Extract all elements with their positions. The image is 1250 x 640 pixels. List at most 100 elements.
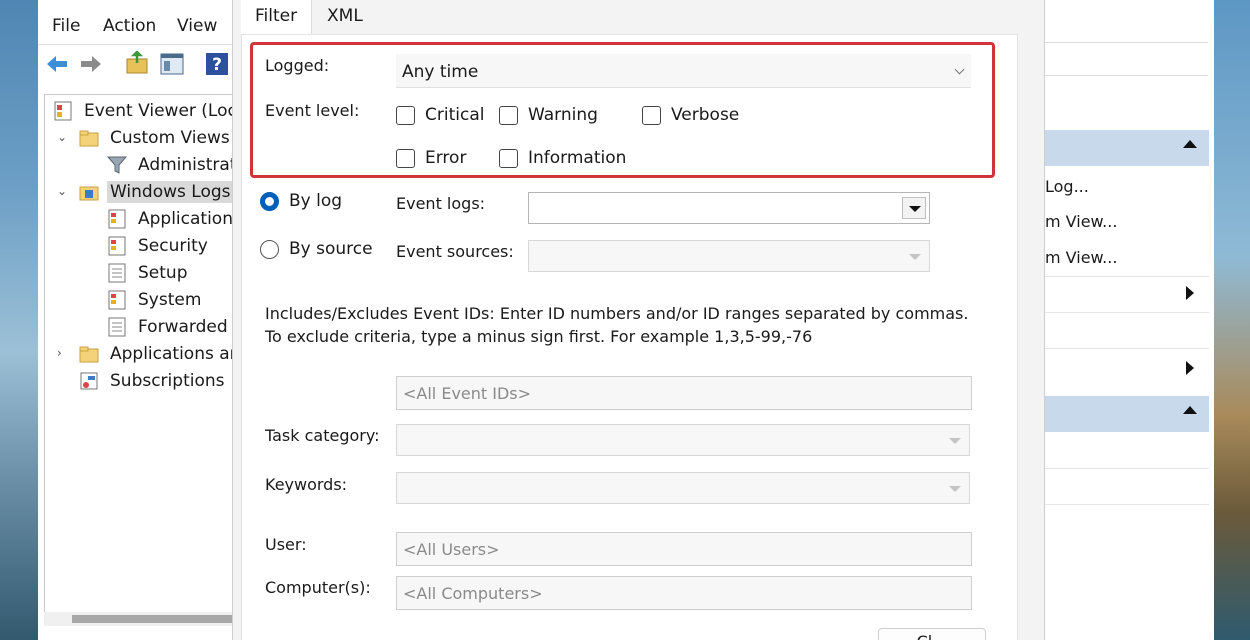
collapse-custom-views-icon[interactable]: ⌄ — [57, 130, 67, 144]
event-sources-label: Event sources: — [396, 242, 514, 261]
tree-item-application[interactable]: Application — [107, 207, 236, 231]
by-log-radio[interactable]: By log — [260, 191, 342, 211]
menu-bar: File Action View — [38, 10, 238, 40]
back-arrow-icon[interactable] — [44, 51, 70, 77]
actions-section-header[interactable] — [1045, 396, 1209, 432]
checkbox-box[interactable] — [499, 148, 518, 168]
tree-item-forwarded-events[interactable]: Forwarded E — [107, 315, 247, 339]
collapse-windows-logs-icon[interactable]: ⌄ — [57, 184, 67, 198]
dropdown-button[interactable] — [942, 477, 966, 499]
folder-icon — [79, 186, 99, 201]
folder-icon — [79, 346, 99, 363]
checkbox-box[interactable] — [396, 105, 415, 125]
actions-divider — [1045, 504, 1209, 505]
menu-file[interactable]: File — [52, 16, 80, 36]
event-logs-dropdown[interactable] — [528, 192, 930, 224]
caret-down-icon — [909, 206, 921, 212]
action-open-saved-log[interactable]: Log... — [1045, 177, 1089, 196]
caret-down-icon — [949, 486, 961, 492]
subscriptions-icon — [80, 372, 98, 390]
tree-item-subscriptions[interactable]: Subscriptions — [79, 369, 227, 393]
caret-down-icon — [909, 254, 921, 260]
action-create-custom-view[interactable]: m View... — [1045, 212, 1117, 231]
tree-item-security[interactable]: Security — [107, 234, 211, 258]
warning-checkbox[interactable]: Warning — [499, 105, 598, 125]
computers-input[interactable]: <All Computers> — [396, 576, 972, 610]
radio-dot[interactable] — [260, 191, 279, 211]
actions-divider — [1045, 312, 1209, 313]
user-label: User: — [265, 535, 307, 554]
log-icon — [108, 236, 126, 256]
help-icon[interactable]: ? — [204, 51, 230, 77]
tab-xml[interactable]: XML — [313, 0, 377, 34]
logged-combobox[interactable]: Any time — [396, 54, 971, 88]
event-ids-input[interactable]: <All Event IDs> — [396, 376, 972, 410]
tree-item-windows-logs[interactable]: Windows Logs — [79, 180, 234, 204]
actions-divider — [1045, 348, 1209, 349]
menu-action[interactable]: Action — [103, 16, 156, 36]
filter-funnel-icon — [107, 156, 127, 174]
submenu-arrow-icon[interactable] — [1186, 361, 1194, 375]
keywords-label: Keywords: — [265, 475, 348, 494]
clear-button[interactable]: Cl... — [878, 628, 986, 640]
expand-applications-icon[interactable]: › — [57, 346, 62, 360]
event-viewer-icon — [54, 101, 72, 121]
action-import-custom-view[interactable]: m View... — [1045, 248, 1117, 267]
show-hide-console-tree-icon[interactable] — [159, 51, 185, 77]
task-category-dropdown[interactable] — [396, 424, 970, 456]
by-source-radio[interactable]: By source — [260, 239, 373, 259]
log-icon — [108, 317, 126, 337]
task-category-label: Task category: — [265, 426, 380, 445]
logged-label: Logged: — [265, 56, 330, 75]
forward-arrow-icon[interactable] — [78, 51, 104, 77]
radio-dot[interactable] — [260, 239, 279, 259]
event-logs-label: Event logs: — [396, 194, 486, 213]
dropdown-button[interactable] — [902, 197, 926, 219]
error-checkbox[interactable]: Error — [396, 148, 466, 168]
tree-item-applications-and-services[interactable]: Applications and — [79, 342, 254, 366]
tab-filter[interactable]: Filter — [241, 0, 313, 34]
tree-item-administrative[interactable]: Administrati — [107, 153, 244, 177]
verbose-checkbox[interactable]: Verbose — [642, 105, 739, 125]
critical-checkbox[interactable]: Critical — [396, 105, 484, 125]
event-level-label: Event level: — [265, 101, 360, 120]
checkbox-box[interactable] — [396, 148, 415, 168]
event-sources-dropdown[interactable] — [528, 240, 930, 272]
log-icon — [108, 209, 126, 229]
desktop-wallpaper-right — [1212, 0, 1250, 640]
chevron-down-icon — [954, 64, 965, 75]
menu-view[interactable]: View — [177, 16, 217, 36]
actions-divider — [1045, 468, 1209, 469]
desktop-wallpaper-left — [0, 0, 40, 640]
tree-item-event-viewer[interactable]: Event Viewer (Local) — [53, 99, 262, 123]
tree-item-setup[interactable]: Setup — [107, 261, 190, 285]
logged-value: Any time — [402, 62, 479, 82]
caret-down-icon — [949, 438, 961, 444]
checkbox-box[interactable] — [499, 105, 518, 125]
scrollbar-thumb[interactable] — [72, 615, 232, 623]
submenu-arrow-icon[interactable] — [1186, 286, 1194, 300]
console-tree: Event Viewer (Local) ⌄ Custom Views Admi… — [44, 94, 259, 624]
log-icon — [108, 290, 126, 310]
computers-label: Computer(s): — [265, 578, 371, 597]
tree-item-custom-views[interactable]: Custom Views — [79, 126, 233, 150]
tree-item-system[interactable]: System — [107, 288, 204, 312]
dropdown-button[interactable] — [942, 429, 966, 451]
actions-pane: Log... m View... m View... — [1044, 94, 1209, 624]
tree-horizontal-scrollbar[interactable] — [44, 612, 234, 626]
folder-icon — [79, 130, 99, 147]
toolbar: ? — [38, 44, 238, 82]
svg-text:?: ? — [212, 55, 222, 75]
actions-section-header[interactable] — [1045, 130, 1209, 166]
keywords-dropdown[interactable] — [396, 472, 970, 504]
dialog-tabs: Filter XML — [233, 0, 1046, 34]
up-folder-icon[interactable] — [124, 51, 150, 77]
actions-pane-top — [1044, 42, 1208, 76]
dropdown-button[interactable] — [902, 245, 926, 267]
collapse-up-icon[interactable] — [1183, 406, 1197, 414]
checkbox-box[interactable] — [642, 105, 661, 125]
information-checkbox[interactable]: Information — [499, 148, 626, 168]
collapse-up-icon[interactable] — [1183, 140, 1197, 148]
user-input[interactable]: <All Users> — [396, 532, 972, 566]
event-ids-instructions: Includes/Excludes Event IDs: Enter ID nu… — [265, 304, 969, 346]
